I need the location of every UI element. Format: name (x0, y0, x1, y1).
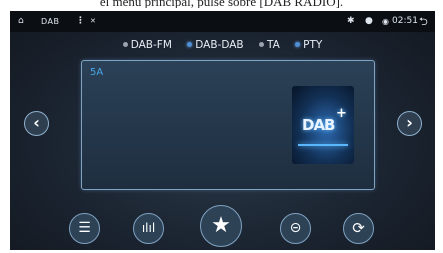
option-ta[interactable]: TA (258, 39, 280, 51)
station-name: 5A (90, 67, 104, 78)
notification-icon: ✕ (90, 17, 96, 25)
option-label: DAB-DAB (195, 39, 244, 51)
refresh-icon: ⟳ (352, 219, 365, 237)
equalizer-icon: ılıl (141, 221, 156, 235)
back-icon[interactable]: ⮌ (419, 11, 428, 32)
option-pty[interactable]: PTY (295, 39, 322, 51)
previous-station-button[interactable]: ‹ (24, 111, 49, 136)
favorite-button[interactable]: ★ (200, 205, 242, 247)
app-label: DAB (41, 17, 60, 26)
option-indicator (258, 41, 264, 47)
star-icon: ★ (211, 213, 231, 238)
menu-dots-icon[interactable]: ⋮ (76, 11, 85, 32)
bluetooth-icon: ✱ (347, 16, 355, 26)
control-bar: ☰ ılıl ★ ⊝ ⟳ (10, 201, 435, 250)
refresh-button[interactable]: ⟳ (343, 213, 374, 244)
option-indicator (187, 41, 193, 47)
zoom-out-icon: ⊝ (289, 220, 302, 236)
station-list-button[interactable]: ☰ (69, 213, 100, 244)
option-indicator (122, 41, 128, 47)
status-bar: ⌂ DAB ⋮ ✕ ✱ ● ◉ 02:51 ⮌ (10, 11, 435, 32)
equalizer-button[interactable]: ılıl (133, 213, 164, 244)
options-bar: DAB-FM DAB-DAB TA PTY (10, 39, 435, 51)
chevron-left-icon: ‹ (33, 113, 40, 132)
wifi-icon: ◉ (382, 17, 389, 26)
station-panel: 5A DAB + (81, 60, 375, 190)
location-icon: ● (365, 16, 373, 26)
option-indicator (295, 41, 301, 47)
chevron-right-icon: › (406, 113, 413, 132)
dab-logo-glow (298, 144, 348, 146)
option-label: PTY (303, 39, 323, 51)
option-label: TA (266, 39, 280, 51)
list-icon: ☰ (78, 220, 91, 236)
dab-radio-screen: ⌂ DAB ⋮ ✕ ✱ ● ◉ 02:51 ⮌ DAB-FM DAB-DAB T… (10, 11, 435, 250)
dab-plus-logo: DAB + (292, 86, 354, 164)
instruction-caption: el menú principal, pulse sobre [DAB RADI… (99, 0, 344, 8)
option-dab-dab[interactable]: DAB-DAB (187, 39, 244, 51)
home-icon[interactable]: ⌂ (18, 11, 34, 32)
dab-logo-text: DAB (302, 116, 335, 134)
clock: 02:51 (392, 16, 418, 26)
dab-logo-plus: + (336, 106, 347, 121)
scan-button[interactable]: ⊝ (280, 213, 311, 244)
option-dab-fm[interactable]: DAB-FM (122, 39, 172, 51)
option-label: DAB-FM (130, 39, 172, 51)
next-station-button[interactable]: › (397, 111, 422, 136)
